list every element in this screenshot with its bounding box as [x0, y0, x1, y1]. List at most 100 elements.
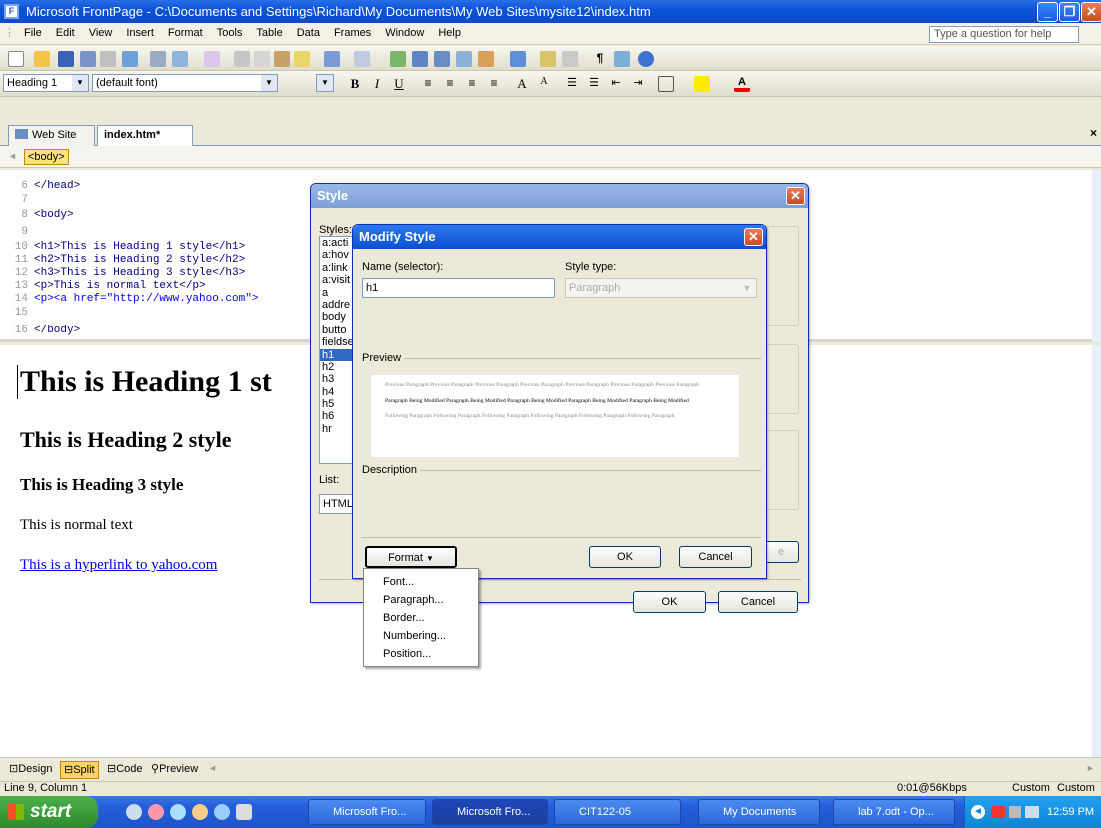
styles-list-item[interactable]: h3 — [320, 373, 356, 385]
increase-font-icon[interactable]: A — [514, 76, 530, 92]
borders-icon[interactable] — [658, 76, 674, 92]
format-menu-font[interactable]: Font... — [364, 573, 480, 591]
quicklaunch-icon[interactable] — [192, 804, 208, 820]
numbering-icon[interactable]: ☰ — [564, 76, 580, 92]
restore-button[interactable]: ❐ — [1059, 2, 1080, 22]
styles-list-item[interactable]: a — [320, 287, 356, 299]
save-icon[interactable] — [58, 51, 74, 67]
menu-frames[interactable]: Frames — [327, 24, 378, 42]
decrease-font-icon[interactable]: A — [536, 76, 552, 92]
view-tab-preview[interactable]: ⚲Preview — [148, 761, 201, 779]
menu-table[interactable]: Table — [249, 24, 289, 42]
tray-app-icon[interactable] — [991, 806, 1005, 818]
style-dialog-close-button[interactable]: ✕ — [786, 187, 805, 205]
stop-icon[interactable] — [562, 51, 578, 67]
align-left-icon[interactable]: ≡ — [420, 76, 436, 92]
quicklaunch-icon[interactable] — [214, 804, 230, 820]
publish-icon[interactable] — [80, 51, 96, 67]
highlight-icon[interactable] — [694, 76, 710, 92]
drawing-icon[interactable] — [478, 51, 494, 67]
menu-tools[interactable]: Tools — [210, 24, 250, 42]
format-button[interactable]: Format ▼ — [365, 546, 457, 568]
toggle-pane-icon[interactable] — [122, 51, 138, 67]
font-color-icon[interactable]: A — [734, 76, 750, 92]
quicklaunch-icon[interactable] — [126, 804, 142, 820]
style-ok-button[interactable]: OK — [633, 591, 706, 613]
decrease-indent-icon[interactable]: ⇤ — [608, 76, 624, 92]
tag-scroll-left-icon[interactable]: ◄ — [8, 151, 17, 161]
scroll-left-icon[interactable]: ◄ — [208, 763, 217, 773]
new-page-icon[interactable] — [8, 51, 24, 67]
styles-list-item[interactable]: butto — [320, 324, 356, 336]
style-select[interactable]: Heading 1 ▼ — [3, 74, 89, 92]
menu-edit[interactable]: Edit — [49, 24, 82, 42]
modify-ok-button[interactable]: OK — [589, 546, 661, 568]
styles-list-item[interactable]: a:hov — [320, 249, 356, 261]
format-menu-numbering[interactable]: Numbering... — [364, 627, 480, 645]
taskbar-item[interactable]: CIT122-05 — [554, 799, 681, 825]
modify-style-close-button[interactable]: ✕ — [744, 228, 763, 246]
quicklaunch-icon[interactable] — [236, 804, 252, 820]
help-search-input[interactable]: Type a question for help — [929, 26, 1079, 43]
bold-icon[interactable]: B — [347, 76, 363, 92]
format-painter-icon[interactable] — [294, 51, 310, 67]
menu-format[interactable]: Format — [161, 24, 210, 42]
styles-list-item[interactable]: a:link — [320, 262, 356, 274]
code-pane-scrollbar[interactable] — [1092, 170, 1101, 342]
quicklaunch-icon[interactable] — [148, 804, 164, 820]
name-selector-input[interactable]: h1 — [362, 278, 555, 298]
scroll-right-icon[interactable]: ► — [1086, 763, 1095, 773]
redo-icon[interactable] — [354, 51, 370, 67]
open-folder-icon[interactable] — [34, 51, 50, 67]
modify-cancel-button[interactable]: Cancel — [679, 546, 752, 568]
insert-layer-icon[interactable] — [434, 51, 450, 67]
tab-web-site[interactable]: Web Site — [8, 125, 95, 146]
frontpage-app-icon[interactable]: F — [4, 4, 19, 19]
code-snippet-icon[interactable] — [614, 51, 630, 67]
copy-icon[interactable] — [254, 51, 270, 67]
quicklaunch-icon[interactable] — [170, 804, 186, 820]
print-preview-icon[interactable] — [172, 51, 188, 67]
minimize-button[interactable]: _ — [1037, 2, 1058, 22]
delete-style-button[interactable]: e — [763, 541, 799, 563]
format-menu-paragraph[interactable]: Paragraph... — [364, 591, 480, 609]
underline-icon[interactable]: U — [391, 76, 407, 92]
web-component-icon[interactable] — [390, 51, 406, 67]
increase-indent-icon[interactable]: ⇥ — [630, 76, 646, 92]
styles-list-item[interactable]: a:visit — [320, 274, 356, 286]
close-window-button[interactable]: ✕ — [1081, 2, 1101, 22]
taskbar-item-active[interactable]: Microsoft Fro... — [432, 799, 548, 825]
body-tag-button[interactable]: <body> — [24, 149, 69, 165]
volume-icon[interactable] — [1009, 806, 1021, 818]
styles-list-item[interactable]: body — [320, 311, 356, 323]
styles-list-item[interactable]: a:acti — [320, 237, 356, 249]
styles-list-item[interactable]: h2 — [320, 361, 356, 373]
styles-list-item[interactable]: h6 — [320, 410, 356, 422]
menu-file[interactable]: File — [17, 24, 49, 42]
format-menu-border[interactable]: Border... — [364, 609, 480, 627]
undo-icon[interactable] — [324, 51, 340, 67]
taskbar-item[interactable]: Microsoft Fro... — [308, 799, 426, 825]
insert-picture-icon[interactable] — [456, 51, 472, 67]
style-cancel-button[interactable]: Cancel — [718, 591, 798, 613]
styles-list-item[interactable]: h4 — [320, 386, 356, 398]
tab-index-htm[interactable]: index.htm* — [97, 125, 193, 147]
font-size-select[interactable]: ▼ — [316, 74, 334, 92]
align-right-icon[interactable]: ≡ — [464, 76, 480, 92]
styles-list-item[interactable]: addre — [320, 299, 356, 311]
format-menu-position[interactable]: Position... — [364, 645, 480, 663]
align-center-icon[interactable]: ≡ — [442, 76, 458, 92]
menu-data[interactable]: Data — [290, 24, 327, 42]
styles-list-item[interactable]: hr — [320, 423, 356, 435]
view-tab-design[interactable]: ⊡Design — [6, 761, 55, 779]
paste-icon[interactable] — [274, 51, 290, 67]
insert-table-icon[interactable] — [412, 51, 428, 67]
styles-list-item[interactable]: h5 — [320, 398, 356, 410]
view-tab-code[interactable]: ⊟Code — [104, 761, 146, 779]
taskbar-item[interactable]: My Documents — [698, 799, 820, 825]
menu-window[interactable]: Window — [378, 24, 431, 42]
menu-view[interactable]: View — [82, 24, 120, 42]
design-hyperlink[interactable]: This is a hyperlink to yahoo.com — [20, 557, 217, 574]
taskbar-item[interactable]: lab 7.odt - Op... — [833, 799, 955, 825]
menu-insert[interactable]: Insert — [119, 24, 161, 42]
